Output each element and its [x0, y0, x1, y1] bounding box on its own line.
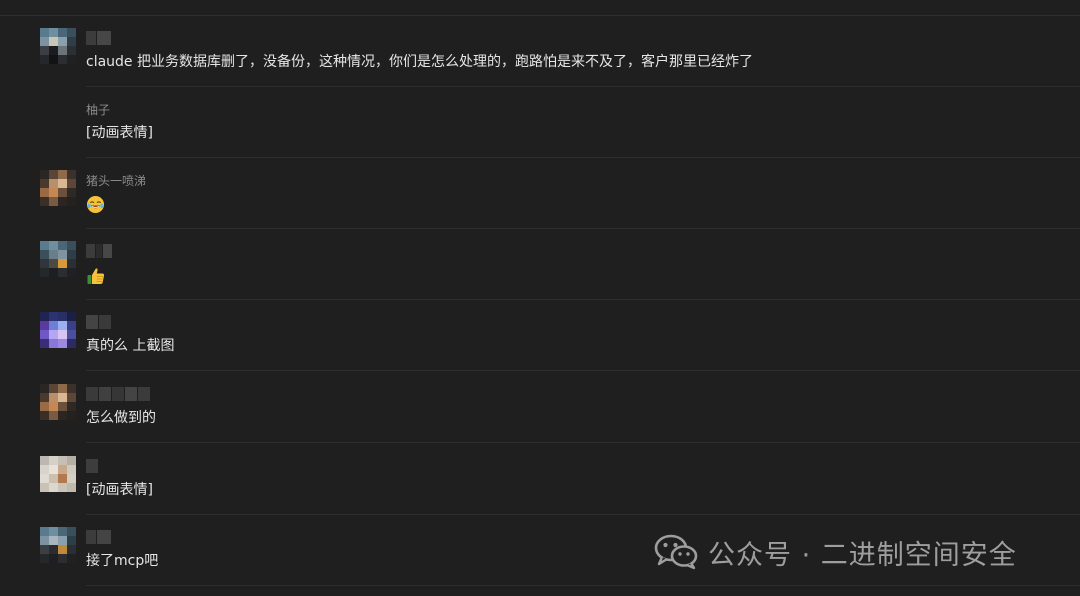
message-item[interactable]: [动画表情]	[0, 444, 1080, 515]
message-item[interactable]: 怎么做到的	[0, 372, 1080, 443]
message-item[interactable]: claude 把业务数据库删了，没备份，这种情况，你们是怎么处理的，跑路怕是来不…	[0, 16, 1080, 87]
sender-name: 柚子	[86, 102, 111, 117]
sender-name-blurred	[86, 313, 111, 331]
sender-name-blurred	[86, 528, 111, 546]
message-text: [动画表情]	[86, 482, 153, 498]
wechat-icon	[654, 534, 698, 570]
message-divider	[86, 442, 1080, 443]
chat-window: claude 把业务数据库删了，没备份，这种情况，你们是怎么处理的，跑路怕是来不…	[0, 0, 1080, 596]
message-item[interactable]	[0, 229, 1080, 300]
avatar[interactable]	[40, 527, 76, 563]
message-item[interactable]: 柚子 [动画表情]	[0, 87, 1080, 158]
message-item[interactable]: 真的么 上截图	[0, 300, 1080, 371]
avatar[interactable]	[40, 384, 76, 420]
message-text: 接了mcp吧	[86, 553, 159, 569]
sender-name-blurred	[86, 385, 150, 403]
message-text: 真的么 上截图	[86, 338, 175, 354]
sender-name: 猪头一喷涕	[86, 173, 147, 188]
sender-name-blurred	[86, 29, 111, 47]
avatar[interactable]	[40, 241, 76, 277]
watermark: 公众号 · 二进制空间安全	[654, 532, 1017, 572]
sender-name-blurred	[86, 457, 98, 475]
avatar[interactable]	[40, 28, 76, 64]
message-item[interactable]: 猪头一喷涕	[0, 158, 1080, 229]
message-text: [动画表情]	[86, 125, 153, 141]
message-text: 怎么做到的	[86, 410, 156, 426]
message-text: claude 把业务数据库删了，没备份，这种情况，你们是怎么处理的，跑路怕是来不…	[86, 54, 753, 70]
message-divider	[86, 370, 1080, 371]
sender-name-blurred	[86, 242, 112, 260]
laughing-tears-emoji-icon	[86, 195, 105, 214]
watermark-text: 公众号 · 二进制空间安全	[708, 539, 1017, 571]
avatar[interactable]	[40, 170, 76, 206]
avatar[interactable]	[40, 312, 76, 348]
thumbs-up-emoji-icon	[87, 268, 105, 284]
avatar[interactable]	[40, 456, 76, 492]
message-divider	[86, 585, 1080, 586]
